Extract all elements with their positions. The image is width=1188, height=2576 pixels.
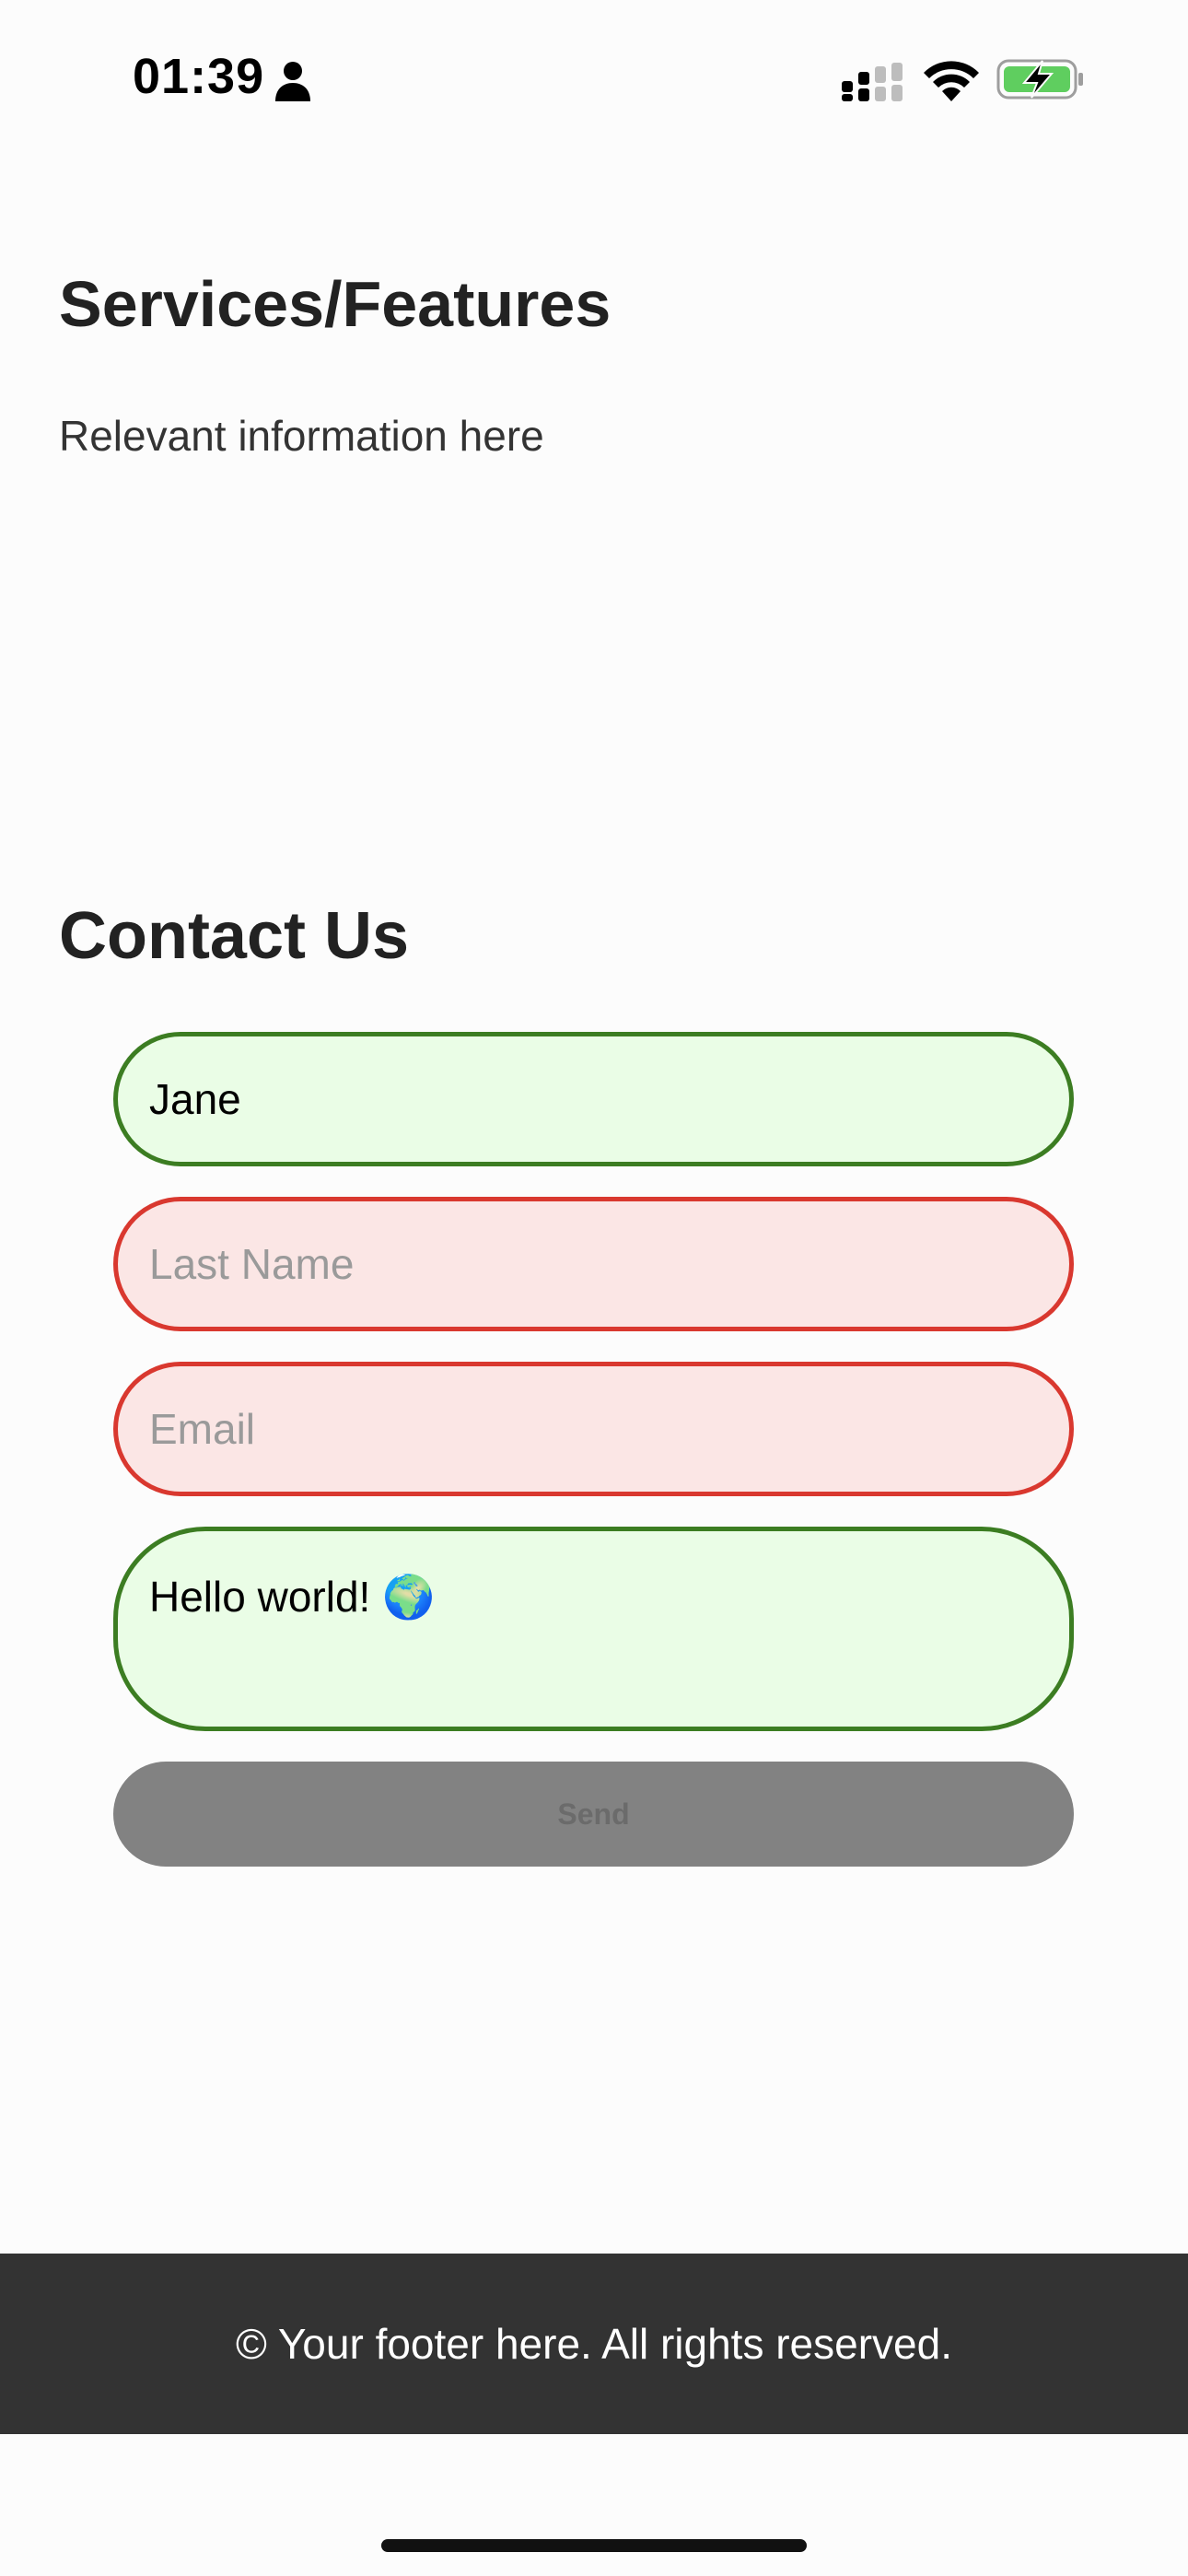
battery-charging-icon <box>996 59 1083 100</box>
home-indicator[interactable] <box>381 2539 807 2552</box>
send-button[interactable]: Send <box>113 1762 1074 1867</box>
person-icon <box>275 62 310 101</box>
last-name-input[interactable] <box>113 1197 1074 1331</box>
services-title: Services/Features <box>59 268 611 340</box>
status-bar: 01:39 <box>0 0 1188 157</box>
footer: © Your footer here. All rights reserved. <box>0 2254 1188 2434</box>
cellular-signal-icon <box>842 63 903 101</box>
email-input[interactable] <box>113 1362 1074 1496</box>
status-time: 01:39 <box>133 49 265 104</box>
page: 01:39 Services/Features Relevant informa… <box>0 0 1188 2576</box>
services-description: Relevant information here <box>59 412 544 460</box>
contact-title: Contact Us <box>59 899 410 973</box>
first-name-input[interactable] <box>113 1032 1074 1166</box>
footer-text: © Your footer here. All rights reserved. <box>236 2320 952 2368</box>
wifi-icon <box>924 61 979 101</box>
message-textarea[interactable]: Hello world! 🌍 <box>113 1527 1074 1731</box>
